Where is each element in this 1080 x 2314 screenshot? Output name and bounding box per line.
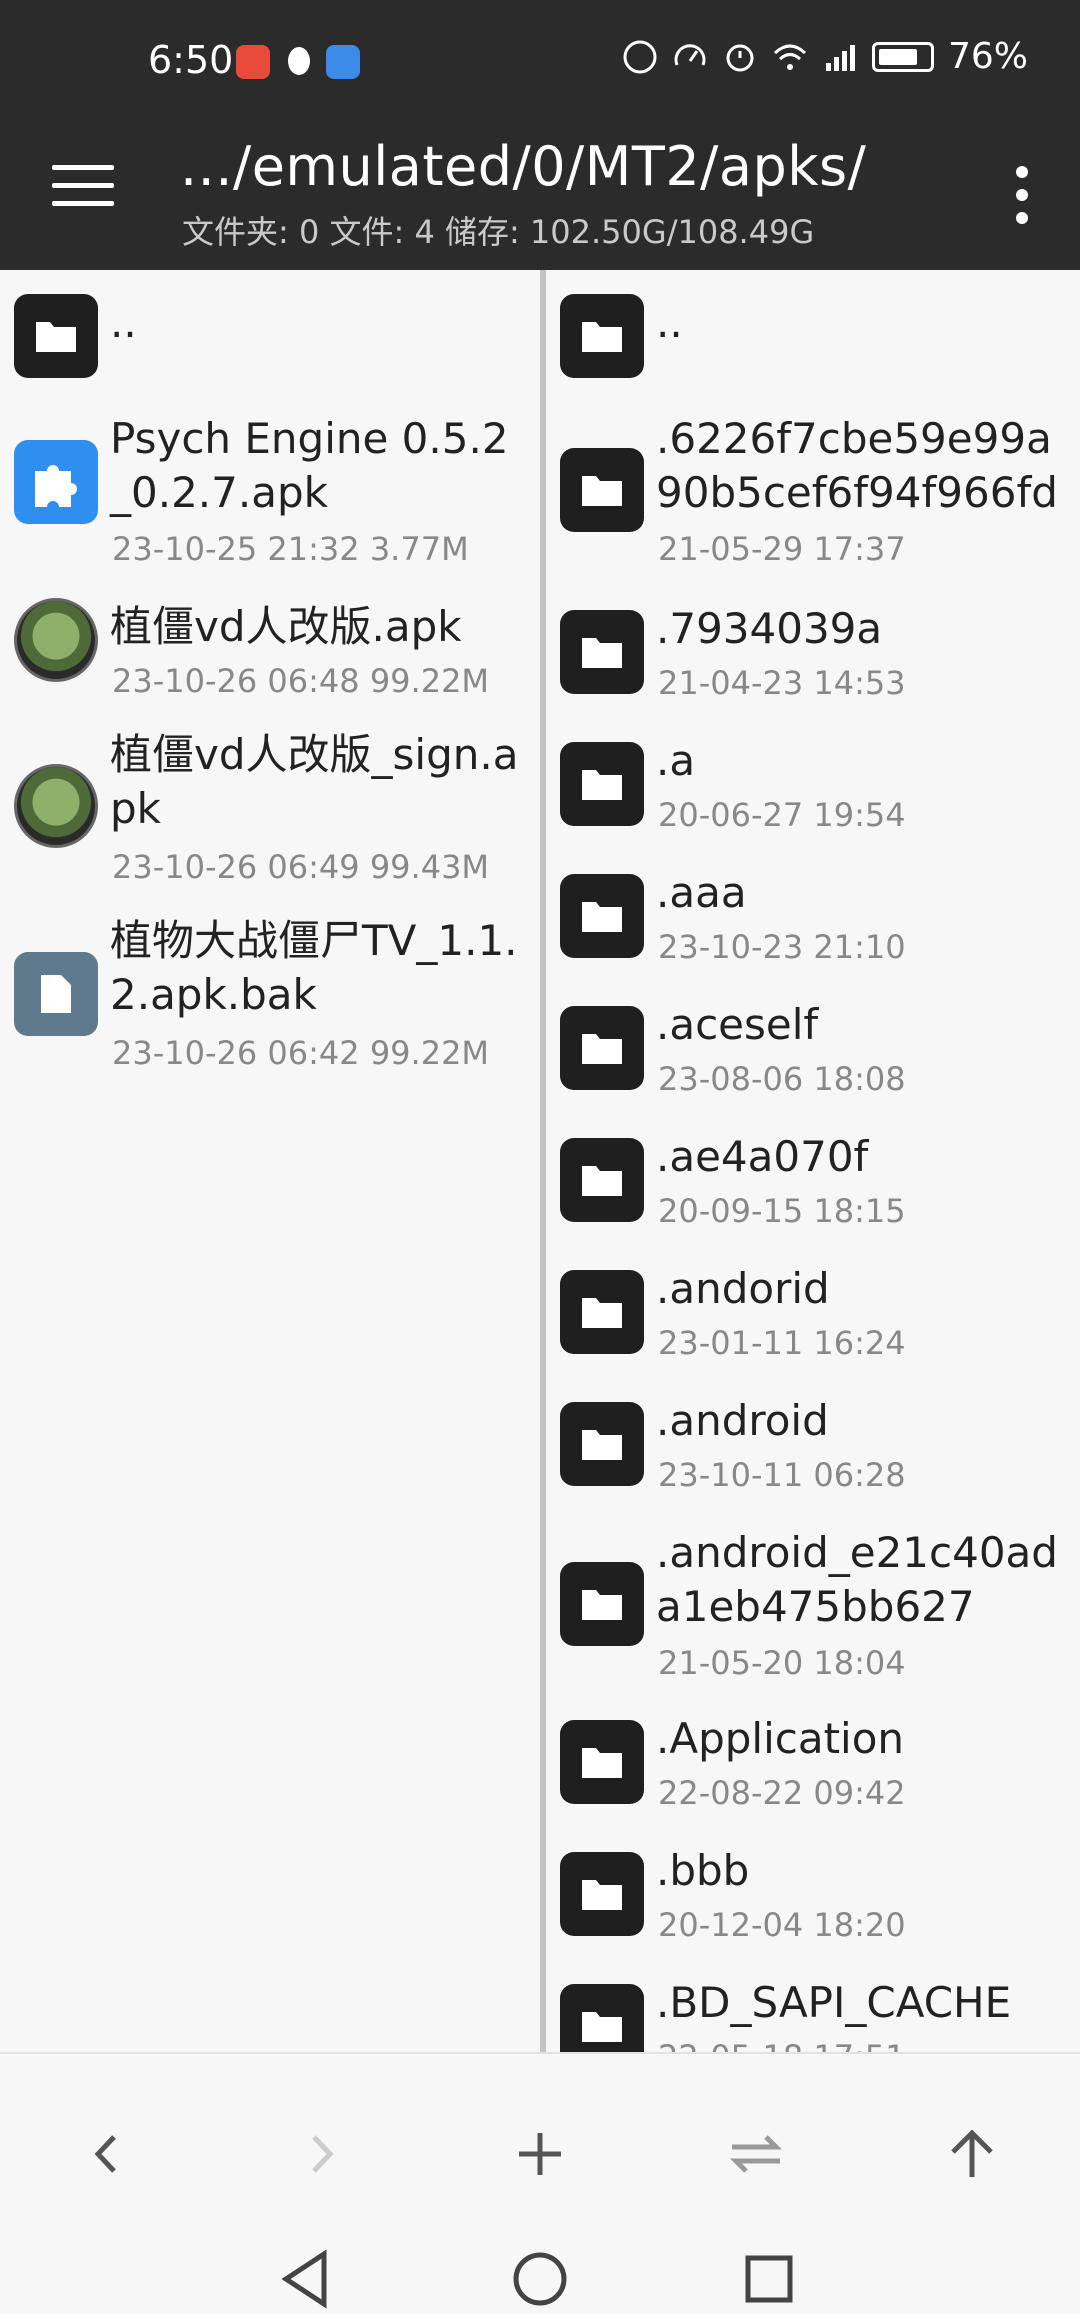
wifi-icon [773,44,807,70]
folder-icon [560,610,644,694]
current-path: .../emulated/0/MT2/apks/ [180,135,867,198]
list-item[interactable]: .bbb 20-12-04 18:20 [546,1842,1080,1962]
puzzle-icon [14,440,98,524]
list-item[interactable]: .aaa 23-10-23 21:10 [546,864,1080,984]
nav-home-icon[interactable] [505,2244,575,2314]
folder-name: .bbb [656,1846,750,1895]
file-name: .. [110,298,137,347]
battery-percent: 76% [947,36,1028,77]
list-item[interactable]: 植僵vd人改版_sign.apk 23-10-26 06:49 99.43M [0,728,540,898]
list-item[interactable]: .andorid 23-01-11 16:24 [546,1260,1080,1380]
list-item[interactable]: .android 23-10-11 06:28 [546,1392,1080,1512]
list-item[interactable]: .. [0,270,540,390]
folder-meta: 20-06-27 19:54 [658,796,906,834]
folder-meta: 22-08-22 09:42 [658,1774,906,1812]
folder-icon [560,1270,644,1354]
list-item[interactable]: .6226f7cbe59e99a90b5cef6f94f966fd 21-05-2… [546,410,1080,580]
folder-name: .Application [656,1714,905,1763]
folder-icon [560,1720,644,1804]
more-options-icon[interactable] [1010,160,1034,230]
folder-name: .andorid [656,1264,830,1313]
folder-meta: 23-01-11 16:24 [658,1324,906,1362]
folder-icon [560,1852,644,1936]
list-item[interactable]: .Application 22-08-22 09:42 [546,1710,1080,1830]
folder-meta: 21-05-20 18:04 [658,1644,906,1682]
folder-meta: 21-04-23 14:53 [658,664,906,702]
zombie-icon [14,598,98,682]
swap-panes-button[interactable] [716,2114,796,2194]
file-meta: 23-10-26 06:42 99.22M [112,1034,490,1072]
folder-meta: 20-09-15 18:15 [658,1192,906,1230]
folder-meta: 22-05-18 17:51 [658,2038,906,2052]
list-item[interactable]: .android_e21c40ada1eb475bb627 21-05-20 18… [546,1524,1080,1694]
list-item[interactable]: .aceself 23-08-06 18:08 [546,996,1080,1116]
folder-name: .aaa [656,868,747,917]
signal-icon [825,44,855,71]
folder-icon [560,448,644,532]
folder-icon [560,1138,644,1222]
folder-meta: 23-10-23 21:10 [658,928,906,966]
folder-name: .android_e21c40ada1eb475bb627 [656,1528,1058,1631]
folder-icon [560,1006,644,1090]
file-name: 植僵vd人改版.apk [110,602,462,651]
parent-directory-button[interactable] [932,2114,1012,2194]
list-item[interactable]: Psych Engine 0.5.2_0.2.7.apk 23-10-25 21… [0,410,540,580]
speed-icon [674,43,706,66]
folder-name: .a [656,736,696,785]
forward-button[interactable] [282,2114,362,2194]
folder-icon [560,1562,644,1646]
file-name: Psych Engine 0.5.2_0.2.7.apk [110,414,509,517]
status-icons: 76% [622,36,1028,77]
left-file-pane[interactable]: .. Psych Engine 0.5.2_0.2.7.apk 23-10-25… [0,270,540,2052]
qq-notification-icon [282,45,316,79]
list-item[interactable]: .7934039a 21-04-23 14:53 [546,600,1080,720]
folder-icon [14,294,98,378]
nav-recents-icon[interactable] [734,2244,804,2314]
folder-meta: 23-10-11 06:28 [658,1456,906,1494]
menu-icon[interactable] [52,165,114,225]
add-button[interactable] [500,2114,580,2194]
folder-icon [560,294,644,378]
file-meta: 23-10-26 06:49 99.43M [112,848,490,886]
file-meta: 23-10-25 21:32 3.77M [112,530,469,568]
list-item[interactable]: .BD_SAPI_CACHE 22-05-18 17:51 [546,1974,1080,2052]
app-notification-icon [236,45,270,79]
folder-icon [560,1984,644,2052]
battery-icon [871,41,934,72]
list-item[interactable]: 植僵vd人改版.apk 23-10-26 06:48 99.22M [0,598,540,718]
file-name: 植物大战僵尸TV_1.1.2.apk.bak [110,916,518,1019]
folder-meta: 21-05-29 17:37 [658,530,906,568]
folder-meta: 23-08-06 18:08 [658,1060,906,1098]
hd-icon [623,40,657,73]
folder-icon [560,1402,644,1486]
folder-name: .aceself [656,1000,819,1049]
file-name: 植僵vd人改版_sign.apk [110,730,519,833]
right-file-pane[interactable]: .. .6226f7cbe59e99a90b5cef6f94f966fd 21-05… [546,270,1080,2052]
folder-icon [560,874,644,958]
nav-back-icon[interactable] [272,2244,342,2314]
app-toolbar: .../emulated/0/MT2/apks/ 文件夹: 0 文件: 4 储存… [0,125,1080,270]
zombie-icon [14,764,98,848]
browser-notification-icon [326,45,360,79]
directory-summary: 文件夹: 0 文件: 4 储存: 102.50G/108.49G [182,213,815,251]
status-time: 6:50 [148,38,234,82]
list-item[interactable]: .ae4a070f 20-09-15 18:15 [546,1128,1080,1248]
status-bar: 6:50 76% [0,0,1080,125]
list-item[interactable]: 植物大战僵尸TV_1.1.2.apk.bak 23-10-26 06:42 99… [0,914,540,1084]
folder-name: .. [656,298,683,347]
folder-name: .ae4a070f [656,1132,869,1181]
folder-name: .android [656,1396,829,1445]
folder-name: .BD_SAPI_CACHE [656,1978,1012,2027]
folder-meta: 20-12-04 18:20 [658,1906,906,1944]
back-button[interactable] [66,2114,146,2194]
folder-icon [560,742,644,826]
bottom-bar [0,2052,1080,2310]
folder-name: .7934039a [656,604,883,653]
file-meta: 23-10-26 06:48 99.22M [112,662,490,700]
list-item[interactable]: .. [546,270,1080,390]
alarm-icon [726,44,754,71]
list-item[interactable]: .a 20-06-27 19:54 [546,732,1080,852]
file-icon [14,952,98,1036]
folder-name: .6226f7cbe59e99a90b5cef6f94f966fd [656,414,1058,517]
